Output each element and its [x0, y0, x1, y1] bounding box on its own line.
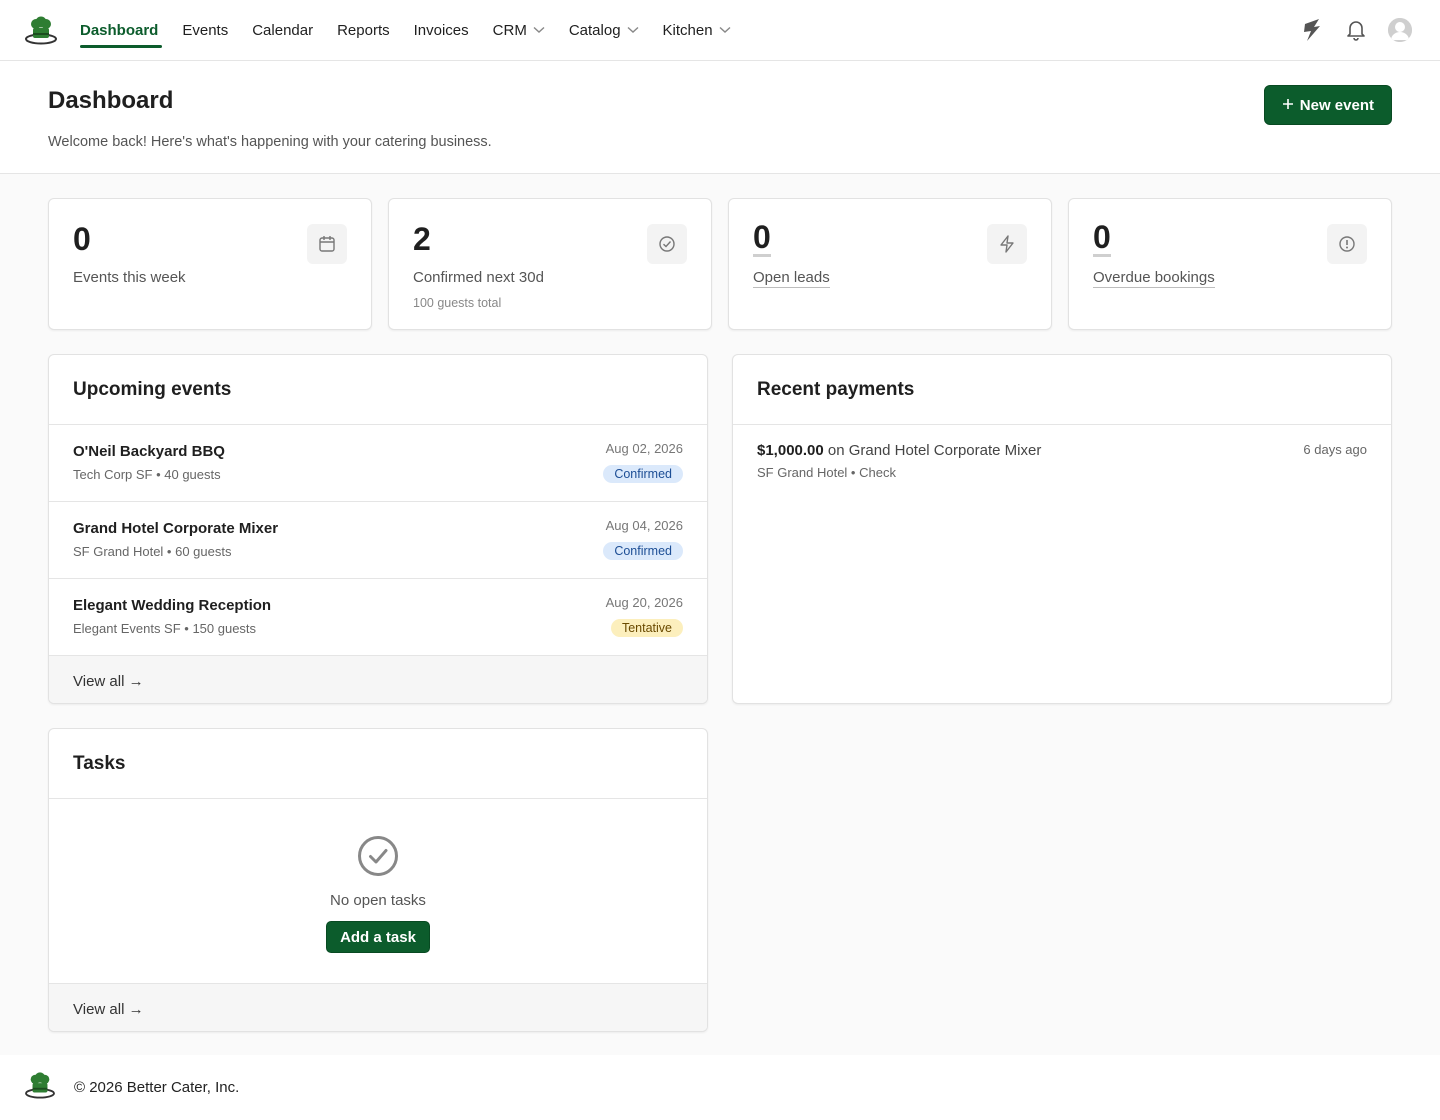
- stat-value: 0: [753, 219, 771, 257]
- nav-item-calendar[interactable]: Calendar: [252, 0, 313, 60]
- list-item[interactable]: O'Neil Backyard BBQ Tech Corp SF • 40 gu…: [49, 425, 707, 502]
- nav-label: Dashboard: [80, 21, 159, 39]
- view-all-link[interactable]: View all →: [49, 656, 707, 703]
- logo-icon[interactable]: [24, 15, 58, 45]
- nav-item-catalog[interactable]: Catalog: [569, 0, 639, 60]
- panel-title: Upcoming events: [49, 355, 707, 425]
- nav-item-reports[interactable]: Reports: [337, 0, 390, 60]
- payment-time: 6 days ago: [1303, 442, 1367, 457]
- avatar[interactable]: [1388, 18, 1412, 42]
- feather-bolt-icon[interactable]: [1300, 16, 1324, 44]
- stat-card-overdue[interactable]: 0 Overdue bookings: [1068, 198, 1392, 330]
- plus-icon: [1282, 97, 1294, 114]
- nav-label: Calendar: [252, 21, 314, 39]
- payment-meta: SF Grand Hotel • Check: [757, 465, 896, 480]
- footer: © 2026 Better Cater, Inc.: [0, 1055, 1440, 1120]
- footer-copyright: © 2026 Better Cater, Inc.: [74, 1079, 240, 1096]
- stat-value: 2: [413, 221, 431, 257]
- upcoming-events-panel: Upcoming events O'Neil Backyard BBQ Tech…: [48, 354, 708, 704]
- stat-card-open-leads[interactable]: 0 Open leads: [728, 198, 1052, 330]
- chevron-down-icon: [627, 26, 639, 34]
- event-meta: SF Grand Hotel • 60 guests: [73, 544, 232, 559]
- event-date: Aug 02, 2026: [605, 441, 683, 456]
- stat-label-link[interactable]: Open leads: [753, 269, 830, 288]
- alert-circle-icon: [1327, 224, 1367, 264]
- stat-label: Confirmed next 30d: [413, 269, 544, 286]
- tasks-panel: Tasks No open tasks Add a task View all …: [48, 728, 708, 1032]
- event-name: Elegant Wedding Reception: [73, 597, 272, 614]
- event-date: Aug 20, 2026: [605, 595, 683, 610]
- nav-label: Kitchen: [662, 21, 713, 39]
- page-subtitle: Welcome back! Here's what's happening wi…: [48, 134, 492, 150]
- status-badge: Confirmed: [603, 542, 683, 560]
- status-badge: Tentative: [610, 619, 683, 637]
- add-task-button[interactable]: Add a task: [326, 921, 430, 953]
- view-all-link[interactable]: View all →: [49, 984, 707, 1031]
- chevron-down-icon: [533, 26, 545, 34]
- stat-card-events-week: 0 Events this week: [48, 198, 372, 330]
- event-meta: Elegant Events SF • 150 guests: [73, 621, 257, 636]
- list-item[interactable]: Elegant Wedding Reception Elegant Events…: [49, 579, 707, 656]
- stats-row: 0 Events this week 2 Confirmed next 30d …: [48, 198, 1392, 330]
- nav-item-kitchen[interactable]: Kitchen: [663, 0, 731, 60]
- event-meta: Tech Corp SF • 40 guests: [73, 467, 221, 482]
- panel-title: Recent payments: [733, 355, 1391, 425]
- nav-item-dashboard[interactable]: Dashboard: [80, 0, 163, 60]
- panel-title: Tasks: [49, 729, 707, 799]
- calendar-icon: [307, 224, 347, 264]
- check-circle-icon: [647, 224, 687, 264]
- chevron-down-icon: [719, 26, 731, 34]
- tasks-empty-state: No open tasks Add a task: [49, 799, 707, 984]
- check-circle-icon: [357, 835, 399, 882]
- nav-label: Reports: [337, 21, 390, 39]
- nav-label: Catalog: [568, 21, 621, 39]
- nav-label: CRM: [492, 21, 527, 39]
- status-badge: Confirmed: [603, 465, 683, 483]
- stat-value: 0: [1093, 219, 1111, 257]
- top-navbar: Dashboard Events Calendar Reports Invoic…: [0, 0, 1440, 61]
- nav-right-actions: [1300, 16, 1412, 44]
- page-title: Dashboard: [48, 87, 174, 114]
- stat-label-link[interactable]: Overdue bookings: [1093, 269, 1215, 288]
- logo-icon: [24, 1071, 56, 1104]
- stat-card-confirmed: 2 Confirmed next 30d 100 guests total: [388, 198, 712, 330]
- event-name: Grand Hotel Corporate Mixer: [73, 520, 279, 537]
- event-date: Aug 04, 2026: [605, 518, 683, 533]
- stat-label: Events this week: [73, 269, 186, 286]
- bell-icon[interactable]: [1344, 16, 1368, 44]
- stat-value: 0: [73, 221, 91, 257]
- recent-payments-panel: Recent payments $1,000.00 on Grand Hotel…: [732, 354, 1392, 704]
- payment-event: on Grand Hotel Corporate Mixer: [823, 442, 1042, 459]
- payment-amount: $1,000.00: [757, 442, 824, 459]
- page-header: Dashboard Welcome back! Here's what's ha…: [0, 61, 1440, 174]
- nav-item-invoices[interactable]: Invoices: [414, 0, 469, 60]
- nav-item-events[interactable]: Events: [182, 0, 228, 60]
- new-event-label: New event: [1299, 96, 1374, 114]
- list-item[interactable]: Grand Hotel Corporate Mixer SF Grand Hot…: [49, 502, 707, 579]
- event-name: O'Neil Backyard BBQ: [73, 443, 225, 460]
- list-item[interactable]: $1,000.00 on Grand Hotel Corporate Mixer…: [733, 425, 1391, 497]
- stat-note: 100 guests total: [413, 296, 502, 310]
- nav-item-crm[interactable]: CRM: [493, 0, 545, 60]
- nav-label: Invoices: [413, 21, 469, 39]
- nav-menu: Dashboard Events Calendar Reports Invoic…: [80, 0, 755, 60]
- new-event-button[interactable]: New event: [1263, 85, 1392, 125]
- lightning-icon: [987, 224, 1027, 264]
- payment-line: $1,000.00 on Grand Hotel Corporate Mixer: [757, 442, 1367, 459]
- empty-text: No open tasks: [330, 892, 426, 909]
- nav-label: Events: [182, 21, 229, 39]
